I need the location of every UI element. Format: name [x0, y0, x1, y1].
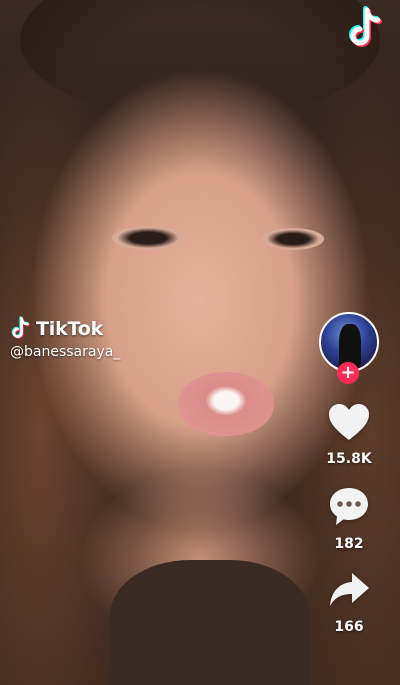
share-arrow-icon: [327, 570, 371, 615]
watermark-brand-name: TikTok: [36, 318, 104, 340]
video-hair-shape: [20, 0, 380, 120]
watermark-brand-row: TikTok: [10, 316, 120, 342]
tiktok-watermark: TikTok @banessaraya_: [10, 316, 120, 360]
video-mouth: [178, 372, 274, 436]
video-shirt: [110, 560, 310, 685]
heart-icon: [327, 402, 371, 447]
tiktok-video-screen: TikTok @banessaraya_ + 15.8K 182 166: [0, 0, 400, 685]
follow-button[interactable]: +: [337, 362, 359, 384]
video-eye-left: [112, 226, 184, 250]
like-button[interactable]: 15.8K: [326, 402, 372, 467]
watermark-handle[interactable]: @banessaraya_: [10, 344, 120, 360]
tiktok-note-icon: [10, 316, 32, 342]
comment-bubble-icon: [327, 485, 371, 532]
share-count: 166: [334, 619, 364, 635]
tiktok-logo-icon: [346, 6, 386, 52]
creator-avatar-group: +: [319, 312, 379, 384]
like-count: 15.8K: [326, 451, 372, 467]
comment-button[interactable]: 182: [327, 485, 371, 552]
comment-count: 182: [334, 536, 364, 552]
action-column: + 15.8K 182 166: [318, 312, 380, 635]
share-button[interactable]: 166: [327, 570, 371, 635]
video-eye-right: [262, 228, 324, 250]
plus-icon: +: [340, 362, 356, 383]
